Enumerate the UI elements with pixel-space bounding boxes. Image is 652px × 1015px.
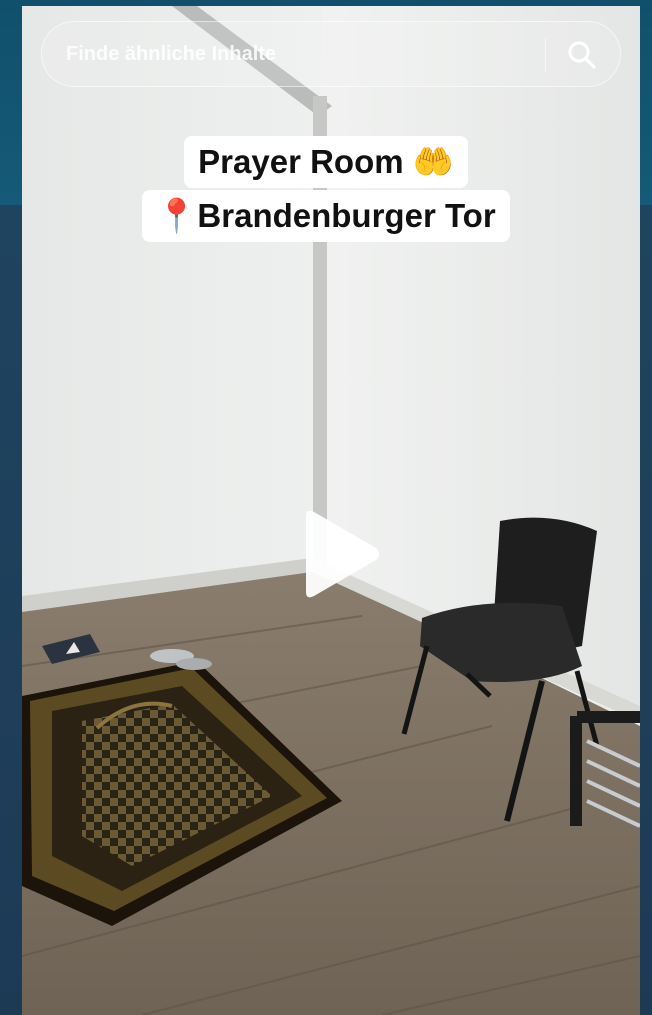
caption-line-1: Prayer Room 🤲	[184, 136, 468, 188]
search-bar[interactable]	[41, 21, 621, 87]
search-divider	[545, 38, 546, 72]
play-icon[interactable]	[300, 508, 382, 600]
video-caption-location: 📍Brandenburger Tor	[0, 190, 652, 242]
caption-line-2: 📍Brandenburger Tor	[142, 190, 510, 242]
search-input[interactable]	[66, 22, 536, 86]
search-icon[interactable]	[566, 39, 598, 71]
video-caption: Prayer Room 🤲	[0, 136, 652, 188]
